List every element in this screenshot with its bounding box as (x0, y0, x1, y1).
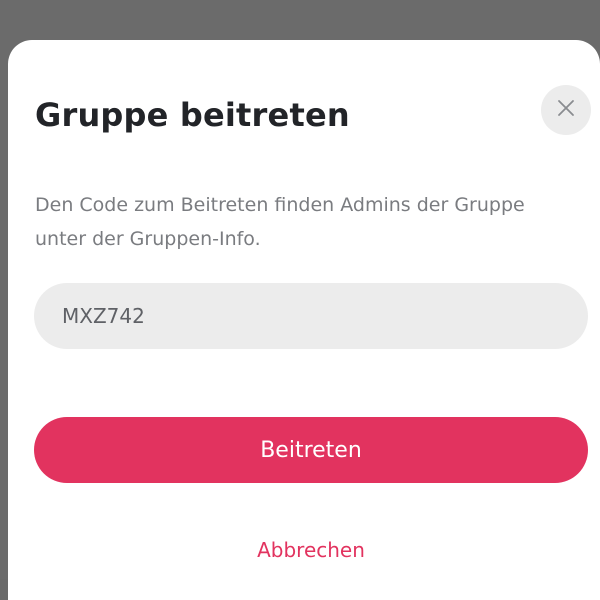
dialog-title: Gruppe beitreten (35, 96, 350, 134)
dialog-description: Den Code zum Beitreten finden Admins der… (35, 194, 525, 250)
close-icon (556, 98, 576, 122)
join-button-label: Beitreten (260, 437, 362, 463)
close-button[interactable] (541, 85, 591, 135)
group-code-input[interactable] (34, 283, 588, 349)
join-group-sheet: Gruppe beitreten Den Code zum Beitreten … (8, 40, 600, 600)
join-button[interactable]: Beitreten (34, 417, 588, 483)
cancel-button[interactable]: Abbrechen (34, 538, 588, 562)
